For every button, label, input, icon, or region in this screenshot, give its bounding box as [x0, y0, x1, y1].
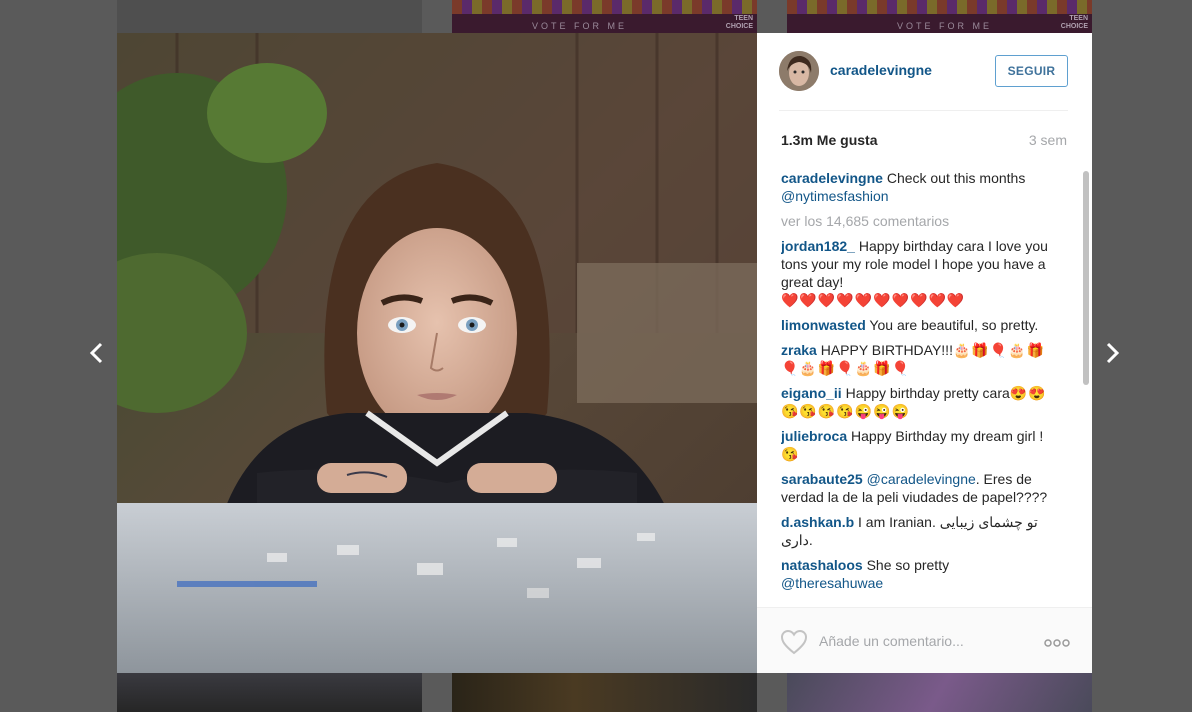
comment-text: Happy Birthday my dream girl ! [847, 428, 1044, 444]
post-timestamp[interactable]: 3 sem [1029, 132, 1067, 148]
background-thumbnail [117, 0, 422, 33]
list-item: natashaloos She so pretty @theresahuwae [781, 556, 1061, 592]
heart-icon[interactable] [780, 629, 808, 655]
post-username[interactable]: caradelevingne [830, 62, 932, 78]
background-thumbnail [787, 673, 1092, 712]
comment-username[interactable]: juliebroca [781, 428, 847, 444]
list-item: d.ashkan.b I am Iranian. تو چشمای زیبایی… [781, 513, 1061, 549]
comment-username[interactable]: natashaloos [781, 557, 863, 573]
background-thumbnail: VOTE FOR ME TEEN CHOICE [787, 0, 1092, 33]
list-item: limonwasted You are beautiful, so pretty… [781, 316, 1061, 334]
comment-text: Happy birthday pretty cara [841, 385, 1010, 401]
comment-username[interactable]: d.ashkan.b [781, 514, 854, 530]
comment-username[interactable]: caradelevingne [781, 170, 883, 186]
comment-emoji: 😘 [781, 446, 800, 462]
avatar[interactable] [779, 51, 819, 91]
background-thumbnail: VOTE FOR ME TEEN CHOICE [452, 0, 757, 33]
list-item: jordan182_ Happy birthday cara I love yo… [781, 237, 1061, 309]
likes-count[interactable]: 1.3m Me gusta [781, 132, 877, 148]
list-item: zraka HAPPY BIRTHDAY!!!🎂🎁🎈🎂🎁🎈🎂🎁🎈🎂🎁🎈 [781, 341, 1061, 377]
thumbnail-text: VOTE FOR ME [897, 21, 993, 31]
thumbnail-text: VOTE FOR ME [532, 21, 628, 31]
comments-list: caradelevingne Check out this months @ny… [781, 169, 1061, 605]
comment-username[interactable]: limonwasted [781, 317, 866, 333]
chevron-right-icon[interactable] [1097, 338, 1127, 368]
more-dots-icon[interactable] [1044, 635, 1070, 647]
comment-username[interactable]: sarabaute25 [781, 471, 863, 487]
post-photo[interactable] [117, 33, 757, 673]
mention-link[interactable]: @nytimesfashion [781, 188, 889, 204]
comment-username[interactable]: eigano_ii [781, 385, 842, 401]
comments-scrollbar[interactable] [1083, 171, 1089, 385]
post-modal: caradelevingne SEGUIR 1.3m Me gusta 3 se… [117, 33, 1092, 673]
follow-button[interactable]: SEGUIR [995, 55, 1068, 87]
comment-footer [757, 607, 1092, 673]
background-thumbnail [452, 673, 757, 712]
list-item: eigano_ii Happy birthday pretty cara😍😍😘😘… [781, 384, 1061, 420]
comment-username[interactable]: zraka [781, 342, 817, 358]
comment-text: HAPPY BIRTHDAY!!! [816, 342, 953, 358]
comment-username[interactable]: jordan182_ [781, 238, 855, 254]
chevron-left-icon[interactable] [82, 338, 112, 368]
comment-input[interactable] [819, 626, 1019, 656]
comment-emoji: ❤️❤️❤️❤️❤️❤️❤️❤️❤️❤️ [781, 292, 966, 308]
list-item: sarabaute25 @caradelevingne. Eres de ver… [781, 470, 1061, 506]
mention-link[interactable]: @theresahuwae [781, 575, 883, 591]
list-item: juliebroca Happy Birthday my dream girl … [781, 427, 1061, 463]
thumbnail-brand: TEEN CHOICE [1060, 15, 1088, 30]
comment-text: Check out this months [882, 170, 1026, 186]
mention-link[interactable]: @caradelevingne [863, 471, 976, 487]
comment-text: You are beautiful, so pretty. [865, 317, 1039, 333]
background-thumbnail [117, 673, 422, 712]
caption: caradelevingne Check out this months @ny… [781, 169, 1061, 205]
post-header: caradelevingne SEGUIR [779, 51, 1068, 111]
likes-row: 1.3m Me gusta 3 sem [781, 132, 1067, 148]
post-sidebar: caradelevingne SEGUIR 1.3m Me gusta 3 se… [757, 33, 1092, 673]
view-all-comments-link[interactable]: ver los 14,685 comentarios [781, 212, 1061, 230]
comment-text: She so pretty [862, 557, 950, 573]
thumbnail-brand: TEEN CHOICE [725, 15, 753, 30]
